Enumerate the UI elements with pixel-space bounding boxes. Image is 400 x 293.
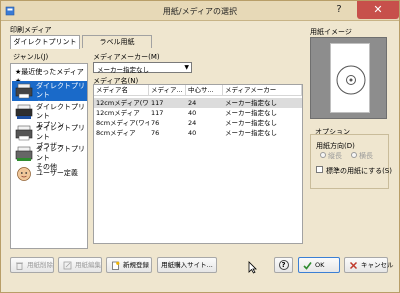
table-row[interactable]: 8cmメディア 76 40 メーカー指定なし — [94, 128, 302, 138]
edit-paper-button[interactable]: 用紙編集 — [58, 257, 102, 273]
paper-preview — [310, 37, 387, 119]
checkmark-icon — [303, 262, 312, 270]
printer-icon — [15, 146, 33, 161]
trash-icon — [16, 262, 23, 270]
genre-item-recent[interactable]: ★最近使ったメディア★ — [12, 68, 87, 85]
maker-label: メディアメーカー(M) — [93, 53, 160, 61]
column-header-maker[interactable]: メディアメーカー — [223, 85, 302, 96]
cell-center: 40 — [188, 109, 197, 117]
new-paper-button[interactable]: 新規登録 — [106, 257, 152, 273]
standard-paper-label: 標準の用紙にする(S) — [326, 167, 392, 175]
cell-name: 12cmメディア — [96, 109, 140, 117]
genre-item-epson[interactable]: ダイレクトプリント エプソン — [12, 102, 87, 129]
portrait-label: 縦長 — [328, 152, 342, 160]
portrait-radio[interactable] — [320, 152, 326, 158]
printer-icon — [15, 125, 33, 141]
printer-icon — [15, 83, 33, 99]
genre-item-user-label: ユーザー定義 — [36, 169, 78, 177]
maker-select-value: メーカー指定なし — [97, 66, 149, 74]
tab-direct-print[interactable]: ダイレクトプリント — [10, 35, 80, 49]
print-media-label: 印刷メディア — [10, 26, 52, 34]
title-bar[interactable]: 用紙/メディアの選択 ? ✕ — [1, 1, 399, 21]
title-help-button[interactable]: ? — [325, 1, 353, 19]
column-header-center[interactable]: 中心サ... — [186, 85, 223, 96]
edit-icon — [63, 261, 72, 270]
maker-select[interactable]: メーカー指定なし ▼ — [93, 62, 192, 74]
buy-paper-site-button[interactable]: 用紙購入サイト... — [157, 257, 217, 273]
close-icon — [349, 261, 358, 270]
delete-paper-button[interactable]: 用紙削除 — [10, 257, 54, 273]
genre-label: ジャンル(J) — [13, 53, 49, 61]
help-icon: ? — [278, 260, 289, 270]
cancel-button[interactable]: キャンセル — [344, 257, 394, 273]
genre-item-canon[interactable]: ダイレクトプリント キヤノン — [12, 81, 87, 108]
column-header-name[interactable]: メディア名 — [94, 85, 149, 96]
cell-name: 8cmメディア — [96, 129, 136, 137]
cell-size: 76 — [151, 129, 160, 137]
user-face-icon — [17, 167, 31, 181]
media-table: メディア名 メディア... 中心サ... メディアメーカー 12cmメディア(ワ… — [93, 84, 303, 244]
dialog-window: 用紙/メディアの選択 ? ✕ 印刷メディア ダイレクトプリント ラベル用紙 ジャ… — [0, 0, 400, 293]
cell-size: 76 — [151, 119, 160, 127]
cell-name: 8cmメディア(ワイド) — [96, 119, 149, 127]
help-button[interactable]: ? — [274, 257, 293, 273]
tab-label-paper[interactable]: ラベル用紙 — [82, 35, 152, 48]
cell-name: 12cmメディア(ワイド) — [96, 99, 149, 107]
chevron-down-icon: ▼ — [184, 64, 189, 71]
cell-size: 117 — [151, 99, 164, 107]
genre-list: ★最近使ったメディア★ ダイレクトプリント キヤノン ダイレクトプリント エプソ… — [10, 63, 88, 249]
disc-icon — [336, 65, 366, 95]
direction-label: 用紙方向(D) — [316, 142, 355, 150]
landscape-label: 横長 — [359, 152, 373, 160]
genre-item-brother[interactable]: ダイレクトプリント ブラザー — [12, 123, 87, 150]
options-group: 用紙方向(D) 縦長 横長 標準の用紙にする(S) — [310, 134, 392, 189]
column-header-size[interactable]: メディア... — [149, 85, 186, 96]
printer-icon — [15, 104, 33, 119]
cell-maker: メーカー指定なし — [225, 119, 277, 127]
new-document-icon — [112, 261, 120, 270]
ok-button[interactable]: OK — [298, 257, 340, 273]
cell-center: 24 — [188, 119, 197, 127]
close-button[interactable]: ✕ — [357, 1, 399, 19]
standard-paper-checkbox[interactable] — [316, 166, 323, 173]
mouse-cursor-icon — [248, 261, 257, 274]
cell-maker: メーカー指定なし — [225, 99, 277, 107]
cell-size: 117 — [151, 109, 164, 117]
table-row[interactable]: 8cmメディア(ワイド) 76 24 メーカー指定なし — [94, 118, 302, 128]
cell-center: 40 — [188, 129, 197, 137]
genre-item-other[interactable]: ダイレクトプリント その他 — [12, 144, 87, 171]
genre-item-user[interactable]: ユーザー定義 — [12, 165, 87, 183]
paper-sheet — [330, 43, 370, 113]
cell-maker: メーカー指定なし — [225, 129, 277, 137]
cell-maker: メーカー指定なし — [225, 109, 277, 117]
table-row[interactable]: 12cmメディア 117 40 メーカー指定なし — [94, 108, 302, 118]
preview-label: 用紙イメージ — [310, 28, 352, 36]
cell-center: 24 — [188, 99, 197, 107]
table-row[interactable]: 12cmメディア(ワイド) 117 24 メーカー指定なし — [94, 98, 302, 108]
landscape-radio[interactable] — [351, 152, 357, 158]
